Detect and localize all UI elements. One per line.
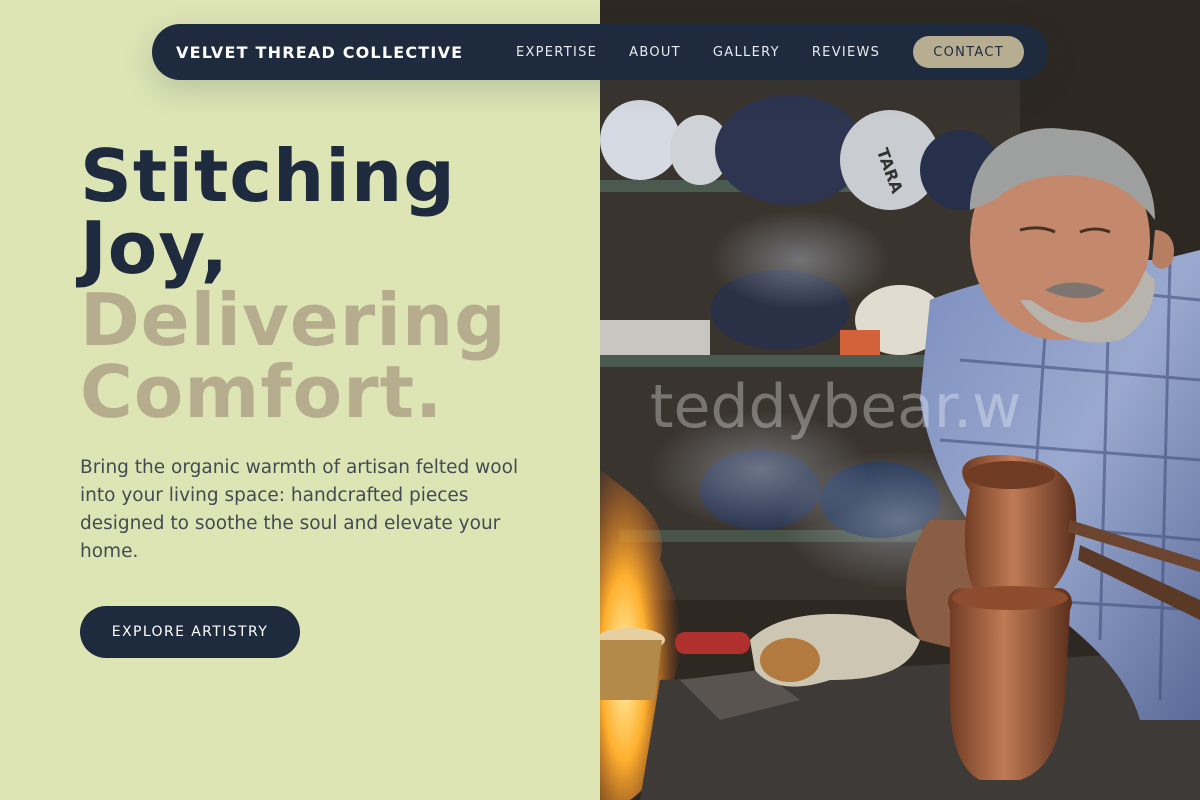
hero-headline: Stitching Joy, Delivering Comfort. <box>80 140 580 428</box>
smoke <box>710 210 890 310</box>
cloth <box>600 320 710 355</box>
bowl <box>600 640 662 700</box>
brand-logo-text[interactable]: VELVET THREAD COLLECTIVE <box>176 43 463 62</box>
explore-artistry-button[interactable]: EXPLORE ARTISTRY <box>80 606 300 658</box>
contact-button[interactable]: CONTACT <box>913 36 1024 68</box>
white-sack <box>600 100 680 180</box>
hero-description: Bring the organic warmth of artisan felt… <box>80 457 519 562</box>
copper-rim <box>965 461 1055 489</box>
headline-line-4: Comfort. <box>80 350 444 434</box>
nav-links: EXPERTISE ABOUT GALLERY REVIEWS <box>516 45 880 60</box>
nav-link-gallery[interactable]: GALLERY <box>713 45 780 60</box>
top-navigation: VELVET THREAD COLLECTIVE EXPERTISE ABOUT… <box>152 24 1048 80</box>
nav-link-expertise[interactable]: EXPERTISE <box>516 45 597 60</box>
copper-rim <box>952 586 1068 610</box>
red-tray <box>675 632 750 654</box>
headline-line-3: Delivering <box>80 278 507 362</box>
headline-line-2: Joy, <box>80 206 229 290</box>
nav-link-about[interactable]: ABOUT <box>629 45 681 60</box>
headline-line-1: Stitching <box>80 134 456 218</box>
orange-cloth <box>840 330 880 355</box>
watermark-text: teddybear.w <box>650 372 1022 442</box>
hero-photo: TARA teddybear.w <box>600 0 1200 800</box>
glove-stain <box>760 638 820 682</box>
nav-link-reviews[interactable]: REVIEWS <box>812 45 880 60</box>
